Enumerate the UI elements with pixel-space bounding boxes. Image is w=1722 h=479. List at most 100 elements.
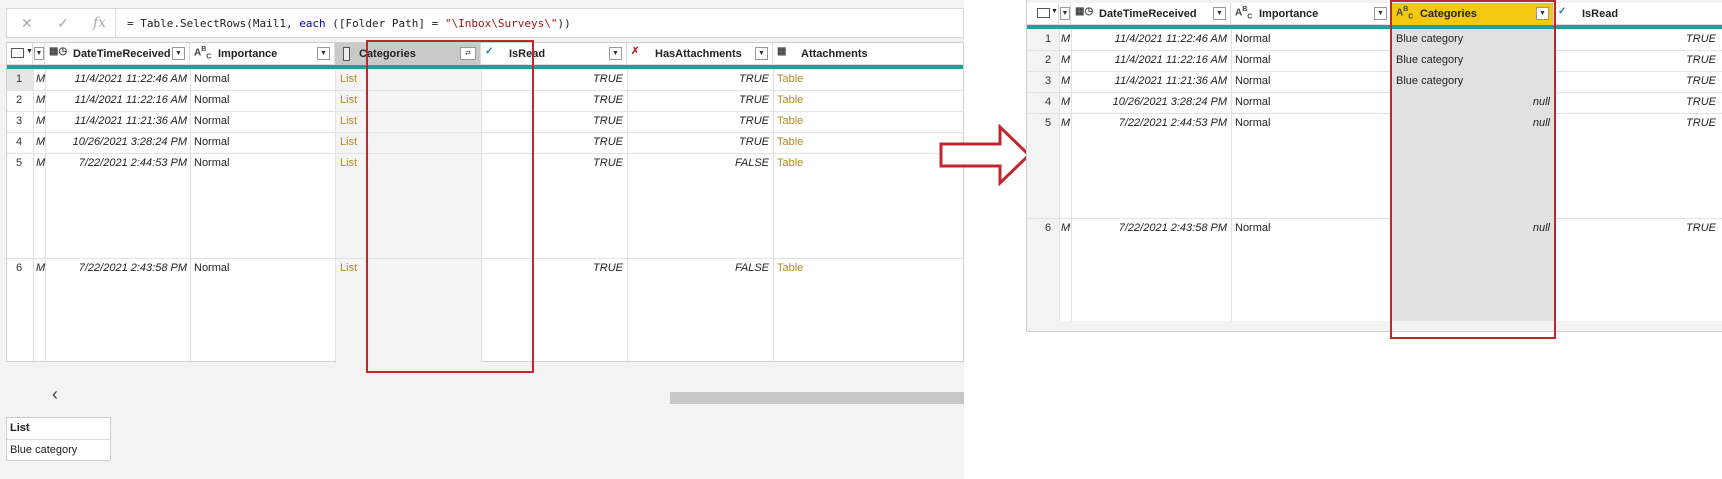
row-number: 3	[16, 115, 23, 127]
cell: M	[1061, 222, 1071, 234]
cell: M	[1061, 96, 1071, 108]
filter-dropdown-button[interactable]: ▼	[609, 47, 622, 60]
cell: M	[36, 115, 46, 127]
table-row[interactable]: 6 M 7/22/2021 2:43:58 PM Normal null TRU…	[1027, 218, 1722, 321]
row-number: 6	[16, 262, 23, 274]
cell: M	[36, 136, 46, 148]
cell: M	[36, 262, 46, 274]
horizontal-scrollbar-thumb[interactable]	[670, 392, 964, 404]
cell: Normal	[1235, 54, 1271, 66]
fx-icon[interactable]: fx	[93, 15, 106, 31]
cell: TRUE	[1686, 54, 1716, 66]
formula-part: = Table.SelectRows(Mail1,	[127, 17, 300, 30]
row-number: 6	[1045, 222, 1052, 234]
cell: Normal	[194, 136, 230, 148]
column-header-importance[interactable]: ABC Importance ▼	[190, 43, 335, 65]
formula-input[interactable]: = Table.SelectRows(Mail1, each ([Folder …	[127, 17, 571, 30]
cell: M	[1061, 117, 1071, 129]
column-header-m[interactable]: ▼	[33, 43, 45, 65]
cancel-icon[interactable]: ✕	[21, 15, 33, 32]
list-link[interactable]: List	[340, 157, 357, 169]
table-link[interactable]: Table	[777, 94, 803, 106]
row-number: 2	[16, 94, 23, 106]
cell: Normal	[194, 262, 230, 274]
column-header-label: DateTimeReceived	[73, 48, 171, 60]
table-link[interactable]: Table	[777, 115, 803, 127]
cell: 7/22/2021 2:44:53 PM	[78, 157, 187, 169]
cell: M	[36, 94, 46, 106]
cell: 7/22/2021 2:44:53 PM	[1118, 117, 1227, 129]
column-header-hasattachments[interactable]: ✗ HasAttachments ▼	[627, 43, 773, 65]
row-number: 4	[1045, 96, 1052, 108]
cell: Normal	[194, 115, 230, 127]
cell: 7/22/2021 2:43:58 PM	[1118, 222, 1227, 234]
column-header-datetimereceived[interactable]: ▦◷ DateTimeReceived ▼	[45, 43, 190, 65]
cell: Normal	[1235, 222, 1271, 234]
cell: FALSE	[734, 262, 769, 274]
filter-dropdown-button[interactable]: ▼	[1060, 7, 1070, 20]
formula-keyword: each	[299, 17, 326, 30]
table-row[interactable]: 2 M 11/4/2021 11:22:16 AM Normal Blue ca…	[1027, 50, 1722, 71]
chevron-down-icon: ▼	[1051, 8, 1058, 15]
text-type-icon: ABC	[194, 46, 212, 61]
table-row[interactable]: 1 M 11/4/2021 11:22:46 AM Normal Blue ca…	[1027, 29, 1722, 50]
table-type-icon: ▦	[777, 46, 787, 57]
filter-dropdown-button[interactable]: ▼	[317, 47, 330, 60]
cell: Normal	[1235, 75, 1271, 87]
filter-dropdown-button[interactable]: ▼	[1213, 7, 1226, 20]
formula-bar: ✕ ✓ fx = Table.SelectRows(Mail1, each ([…	[6, 8, 964, 38]
list-link[interactable]: List	[340, 262, 357, 274]
row-number: 2	[1045, 54, 1052, 66]
column-header-m[interactable]: ▼	[1059, 3, 1071, 25]
filter-dropdown-button[interactable]: ▼	[172, 47, 185, 60]
right-data-grid: ▼ ▼ ▦◷ DateTimeReceived ▼ ABC Importance…	[1026, 0, 1722, 332]
table-grid-icon	[1037, 8, 1050, 18]
calendar-clock-icon: ▦◷	[49, 46, 68, 57]
calendar-clock-icon: ▦◷	[1075, 6, 1094, 17]
table-row[interactable]: 3 M 11/4/2021 11:21:36 AM Normal Blue ca…	[1027, 71, 1722, 92]
cell: M	[36, 157, 46, 169]
table-row[interactable]: 4 M 10/26/2021 3:28:24 PM Normal null TR…	[1027, 92, 1722, 113]
row-number: 5	[16, 157, 23, 169]
column-header-attachments[interactable]: ▦ Attachments	[773, 43, 964, 65]
list-link[interactable]: List	[340, 94, 357, 106]
cell: 10/26/2021 3:28:24 PM	[72, 136, 187, 148]
list-link[interactable]: List	[340, 73, 357, 85]
cell: M	[1061, 33, 1071, 45]
cell: 11/4/2021 11:22:46 AM	[1114, 33, 1227, 45]
table-link[interactable]: Table	[777, 157, 803, 169]
commit-check-icon[interactable]: ✓	[57, 15, 69, 32]
table-link[interactable]: Table	[777, 262, 803, 274]
chevron-left-icon[interactable]: ‹	[52, 384, 58, 405]
table-menu-button[interactable]: ▼	[1027, 3, 1059, 25]
cell: Normal	[1235, 117, 1271, 129]
filter-dropdown-button[interactable]: ▼	[34, 47, 44, 60]
row-number: 5	[1045, 117, 1052, 129]
cell: TRUE	[739, 73, 769, 85]
transform-arrow-icon	[939, 124, 1032, 186]
row-number: 1	[16, 73, 23, 85]
cell: TRUE	[739, 94, 769, 106]
column-header-importance[interactable]: ABC Importance ▼	[1231, 3, 1392, 25]
table-link[interactable]: Table	[777, 73, 803, 85]
cell: TRUE	[1686, 96, 1716, 108]
formula-string: "\Inbox\Surveys\"	[444, 17, 558, 30]
preview-header: List	[10, 422, 30, 434]
column-header-datetimereceived[interactable]: ▦◷ DateTimeReceived ▼	[1071, 3, 1231, 25]
column-header-label: HasAttachments	[655, 48, 742, 60]
filter-dropdown-button[interactable]: ▼	[755, 47, 768, 60]
list-link[interactable]: List	[340, 115, 357, 127]
table-row[interactable]: 5 M 7/22/2021 2:44:53 PM Normal null TRU…	[1027, 113, 1722, 218]
table-link[interactable]: Table	[777, 136, 803, 148]
preview-value: Blue category	[10, 444, 78, 456]
table-menu-button[interactable]: ▼	[7, 43, 33, 65]
boolean-type-icon: ✓	[1558, 6, 1567, 17]
list-link[interactable]: List	[340, 136, 357, 148]
table-grid-icon	[11, 48, 24, 58]
column-header-isread[interactable]: ✓ IsRead	[1554, 3, 1722, 25]
cell: 11/4/2021 11:21:36 AM	[74, 115, 187, 127]
boolean-type-icon: ✗	[631, 46, 640, 57]
cell: M	[1061, 75, 1071, 87]
filter-dropdown-button[interactable]: ▼	[1374, 7, 1387, 20]
formula-part: ))	[557, 17, 571, 30]
